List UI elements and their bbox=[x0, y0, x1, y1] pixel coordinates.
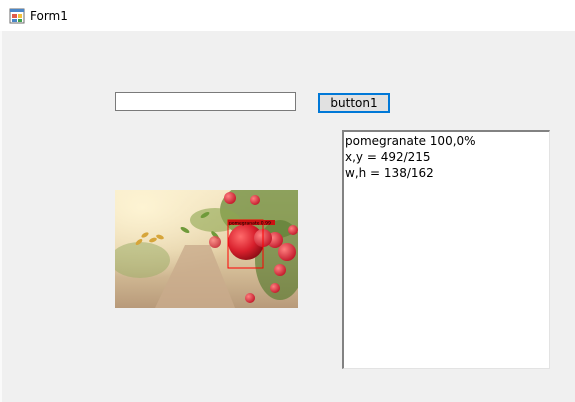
button1[interactable]: button1 bbox=[318, 93, 390, 113]
text-input[interactable] bbox=[115, 92, 296, 111]
result-line-label: pomegranate 100,0% bbox=[345, 134, 476, 148]
detection-label: pomegranate 0.99 bbox=[229, 221, 271, 227]
result-line-position: x,y = 492/215 bbox=[345, 150, 431, 164]
result-line-size: w,h = 138/162 bbox=[345, 166, 434, 180]
form-icon bbox=[9, 8, 25, 24]
window-border bbox=[0, 31, 2, 402]
result-listbox[interactable]: pomegranate 100,0% x,y = 492/215 w,h = 1… bbox=[342, 130, 550, 369]
pomegranate-image: pomegranate 0.99 bbox=[115, 190, 298, 308]
pomegranate-photo: pomegranate 0.99 bbox=[115, 190, 298, 308]
window-title: Form1 bbox=[30, 9, 68, 23]
title-bar: Form1 bbox=[0, 0, 575, 31]
